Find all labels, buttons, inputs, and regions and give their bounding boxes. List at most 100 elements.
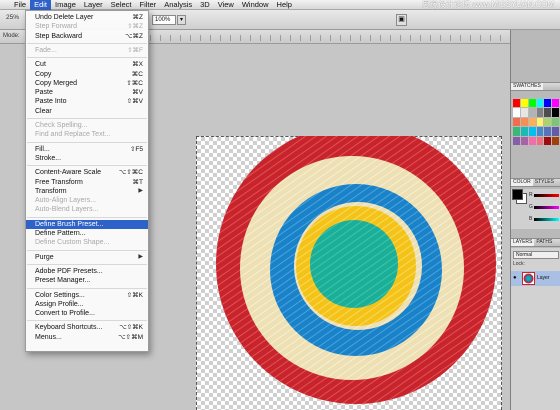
menu-item-paste-into[interactable]: Paste Into ⇧⌘V bbox=[26, 97, 148, 106]
ruler bbox=[150, 35, 510, 41]
menu-item-find-and-replace-text: Find and Replace Text... bbox=[26, 130, 148, 139]
menu-item-keyboard-shortcuts[interactable]: Keyboard Shortcuts... ⌥⇧⌘K bbox=[26, 323, 148, 332]
color-swatch[interactable] bbox=[552, 99, 559, 108]
r-slider[interactable] bbox=[534, 194, 559, 197]
menu-window[interactable]: Window bbox=[238, 0, 273, 10]
g-slider[interactable] bbox=[534, 206, 559, 209]
menu-item-label: Transform bbox=[35, 187, 67, 195]
color-swatch[interactable] bbox=[520, 108, 528, 117]
menu-image[interactable]: Image bbox=[51, 0, 80, 10]
layer-row[interactable]: ● Layer bbox=[511, 271, 560, 286]
color-swatch[interactable] bbox=[520, 99, 528, 108]
eye-icon[interactable]: ● bbox=[513, 275, 517, 281]
menu-item-shortcut: ⇧⌘C bbox=[126, 79, 143, 87]
panel-toggle-button[interactable]: ▣ bbox=[396, 14, 407, 26]
color-swatch[interactable] bbox=[544, 99, 552, 108]
swatch-grid bbox=[513, 99, 559, 145]
edit-menu-dropdown: Undo Delete Layer ⌘Z Step Forward ⇧⌘Z Step B… bbox=[25, 10, 149, 352]
menu-item-stroke[interactable]: Stroke... bbox=[26, 154, 148, 163]
menu-edit[interactable]: Edit bbox=[30, 0, 52, 10]
color-channel-g-label: G bbox=[529, 204, 533, 210]
menu-help[interactable]: Help bbox=[273, 0, 296, 10]
menu-item-define-pattern[interactable]: Define Pattern... bbox=[26, 229, 148, 238]
menu-item-preset-manager[interactable]: Preset Manager... bbox=[26, 276, 148, 285]
menu-item-paste[interactable]: Paste ⌘V bbox=[26, 88, 148, 97]
menu-item-label: Fill... bbox=[35, 145, 50, 153]
b-slider[interactable] bbox=[534, 218, 559, 221]
color-swatch[interactable] bbox=[552, 127, 559, 136]
menu-item-transform[interactable]: Transform ▶ bbox=[26, 187, 148, 196]
menu-item-auto-align-layers: Auto-Align Layers... bbox=[26, 196, 148, 205]
menu-item-label: Undo Delete Layer bbox=[35, 14, 94, 21]
color-swatch[interactable] bbox=[513, 136, 520, 145]
menu-analysis[interactable]: Analysis bbox=[160, 0, 196, 10]
menu-item-adobe-pdf-presets[interactable]: Adobe PDF Presets... bbox=[26, 267, 148, 276]
menu-select[interactable]: Select bbox=[107, 0, 136, 10]
zoom-dropdown-arrow-icon[interactable]: ▾ bbox=[177, 15, 186, 25]
menu-item-step-forward: Step Forward ⇧⌘Z bbox=[26, 22, 148, 31]
color-swatch[interactable] bbox=[513, 127, 520, 136]
color-swatch[interactable] bbox=[520, 127, 528, 136]
color-swatch[interactable] bbox=[536, 108, 544, 117]
color-swatch[interactable] bbox=[528, 127, 536, 136]
color-swatch[interactable] bbox=[528, 136, 536, 145]
blend-mode-select[interactable]: Normal bbox=[513, 251, 559, 259]
menu-file[interactable]: File bbox=[10, 0, 30, 10]
menu-item-cut[interactable]: Cut ⌘X bbox=[26, 60, 148, 69]
tab-layers[interactable]: LAYERS bbox=[511, 239, 535, 246]
menu-item-copy[interactable]: Copy ⌘C bbox=[26, 70, 148, 79]
menu-item-assign-profile[interactable]: Assign Profile... bbox=[26, 300, 148, 309]
color-swatch[interactable] bbox=[528, 108, 536, 117]
tab-paths[interactable]: PATHS bbox=[534, 239, 554, 246]
color-swatch[interactable] bbox=[536, 99, 544, 108]
menu-item-shortcut: ⇧⌘K bbox=[126, 291, 143, 299]
menu-item-fill[interactable]: Fill... ⇧F5 bbox=[26, 145, 148, 154]
menu-item-label: Cut bbox=[35, 61, 46, 69]
menu-separator bbox=[27, 57, 147, 59]
menu-item-undo-delete-layer[interactable]: Undo Delete Layer ⌘Z bbox=[26, 13, 148, 22]
menu-item-copy-merged[interactable]: Copy Merged ⇧⌘C bbox=[26, 79, 148, 88]
menu-item-define-brush-preset[interactable]: Define Brush Preset... bbox=[26, 219, 148, 229]
color-swatch[interactable] bbox=[544, 108, 552, 117]
menu-item-shortcut: ⇧⌘F bbox=[127, 46, 143, 54]
submenu-arrow-icon: ▶ bbox=[138, 187, 143, 194]
menu-view[interactable]: View bbox=[214, 0, 238, 10]
color-swatch[interactable] bbox=[536, 136, 544, 145]
menu-item-label: Paste Into bbox=[35, 98, 67, 106]
tab-styles[interactable]: STYLES bbox=[533, 179, 556, 186]
menu-item-clear[interactable]: Clear bbox=[26, 107, 148, 116]
menu-filter[interactable]: Filter bbox=[136, 0, 161, 10]
color-swatch[interactable] bbox=[544, 117, 552, 127]
color-swatch[interactable] bbox=[520, 117, 528, 127]
menu-item-step-backward[interactable]: Step Backward ⌥⌘Z bbox=[26, 32, 148, 41]
color-swatch[interactable] bbox=[552, 136, 559, 145]
menu-item-shortcut: ⌘Z bbox=[132, 14, 143, 21]
tab-color[interactable]: COLOR bbox=[511, 179, 533, 186]
color-swatch[interactable] bbox=[536, 117, 544, 127]
color-swatch[interactable] bbox=[528, 117, 536, 127]
color-swatch[interactable] bbox=[520, 136, 528, 145]
color-swatch[interactable] bbox=[513, 108, 520, 117]
menu-item-label: Preset Manager... bbox=[35, 277, 91, 285]
menu-item-content-aware-scale[interactable]: Content-Aware Scale ⌥⇧⌘C bbox=[26, 168, 148, 177]
color-swatch[interactable] bbox=[528, 99, 536, 108]
color-swatch[interactable] bbox=[552, 117, 559, 127]
color-swatch[interactable] bbox=[544, 136, 552, 145]
menu-item-auto-blend-layers: Auto-Blend Layers... bbox=[26, 205, 148, 214]
menu-item-purge[interactable]: Purge ▶ bbox=[26, 253, 148, 262]
menu-item-label: Define Custom Shape... bbox=[35, 239, 110, 247]
zoom-field[interactable]: 100% bbox=[152, 15, 176, 25]
menu-item-color-settings[interactable]: Color Settings... ⇧⌘K bbox=[26, 291, 148, 300]
menu-item-free-transform[interactable]: Free Transform ⌘T bbox=[26, 178, 148, 187]
color-swatch[interactable] bbox=[544, 127, 552, 136]
menu-item-convert-to-profile[interactable]: Convert to Profile... bbox=[26, 309, 148, 318]
menu-layer[interactable]: Layer bbox=[80, 0, 107, 10]
color-swatch[interactable] bbox=[552, 108, 559, 117]
tab-swatches[interactable]: SWATCHES bbox=[511, 83, 543, 90]
color-swatch[interactable] bbox=[513, 99, 520, 108]
menu-item-menus[interactable]: Menus... ⌥⇧⌘M bbox=[26, 333, 148, 342]
background-color-chip[interactable] bbox=[512, 189, 523, 200]
color-swatch[interactable] bbox=[536, 127, 544, 136]
color-swatch[interactable] bbox=[513, 117, 520, 127]
menu-3d[interactable]: 3D bbox=[196, 0, 214, 10]
